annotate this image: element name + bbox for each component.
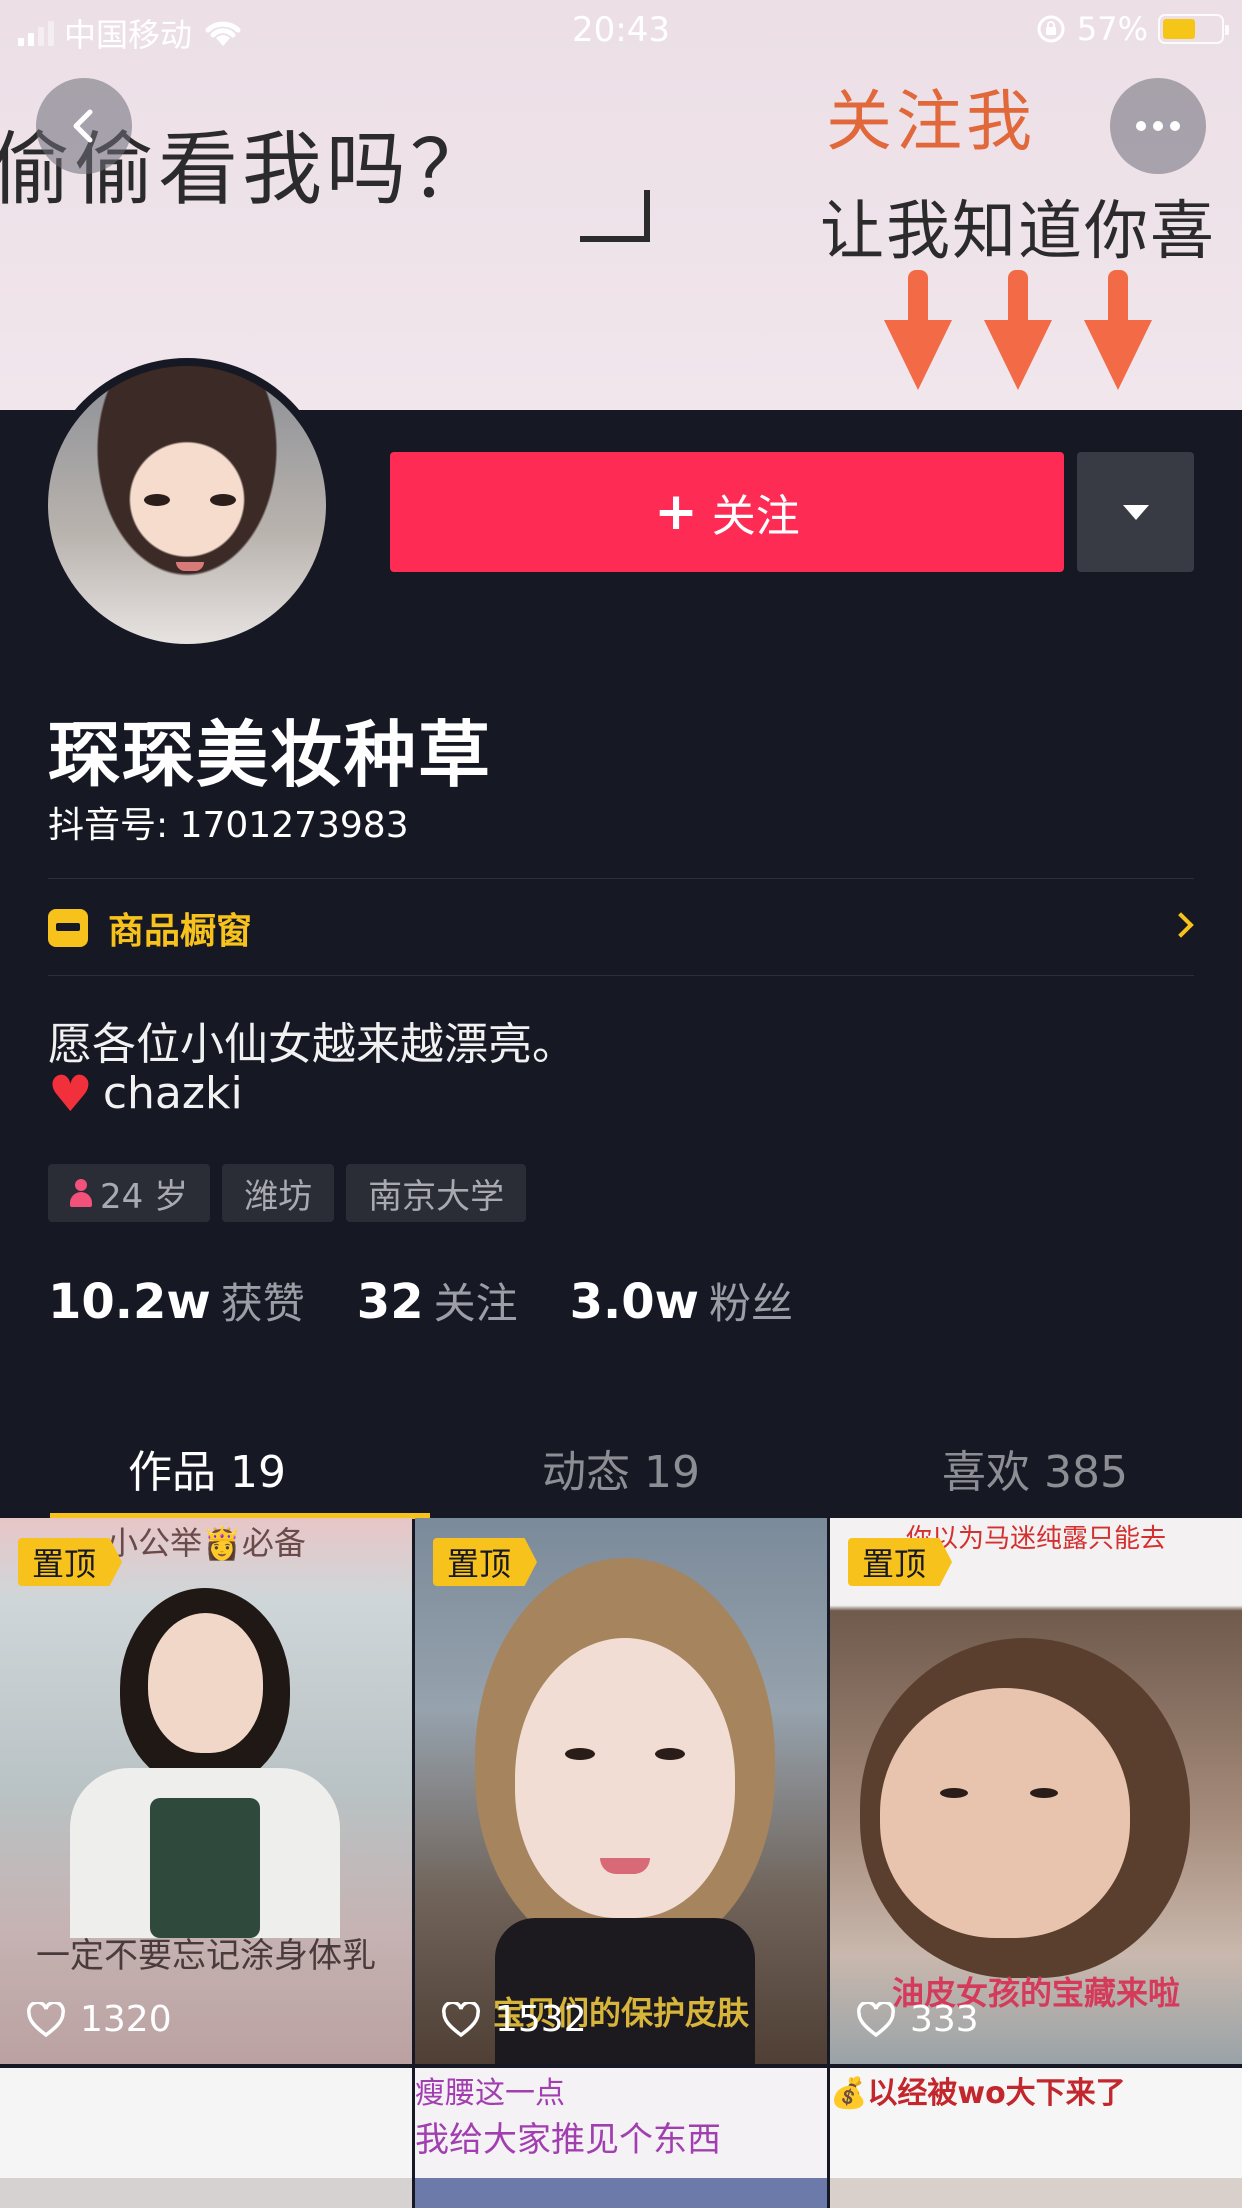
tag-age: 24 岁 <box>48 1164 211 1222</box>
video-caption-bottom: 一定不要忘记涂身体乳 <box>36 1936 376 1976</box>
arrow-down-decor <box>884 270 952 390</box>
banner-bracket <box>580 190 650 242</box>
more-options-button[interactable] <box>1110 78 1206 174</box>
video-like-count: 1532 <box>495 1999 587 2040</box>
nickname: 琛琛美妆种草 <box>48 713 493 797</box>
battery-percent: 57% <box>1076 10 1148 48</box>
video-grid: 小公举👸必备 一定不要忘记涂身体乳 置顶 1320 宝贝们的保护皮肤 置顶 15… <box>0 1518 1242 2208</box>
tab-likes[interactable]: 喜欢 385 <box>828 1416 1242 1520</box>
more-dots-icon <box>1136 121 1180 131</box>
back-button[interactable] <box>36 78 132 174</box>
follow-button[interactable]: + 关注 <box>390 452 1064 572</box>
chevron-right-icon <box>1168 912 1194 938</box>
following-count[interactable]: 32 <box>357 1274 424 1330</box>
recommend-dropdown-button[interactable] <box>1077 452 1194 572</box>
heart-outline-icon <box>26 2001 66 2038</box>
video-person-dress <box>150 1798 260 1938</box>
video-likes: 333 <box>856 1999 979 2040</box>
fans-label[interactable]: 粉丝 <box>709 1270 793 1331</box>
avatar-mouth <box>176 562 204 571</box>
likes-label: 获赞 <box>220 1279 305 1328</box>
bio-line-2: ♥ chazki <box>48 1068 243 1119</box>
orientation-lock-icon <box>1037 15 1065 43</box>
banner-text-sub: 让我知道你喜 <box>820 195 1216 269</box>
tab-moments[interactable]: 动态 19 <box>414 1416 828 1520</box>
tag-school: 南京大学 <box>346 1164 527 1222</box>
status-bar: 中国移动 20:43 57% <box>0 0 1242 60</box>
following-label[interactable]: 关注 <box>434 1270 518 1331</box>
tab-works[interactable]: 作品 19 <box>0 1416 414 1520</box>
video-thumbnail[interactable]: 小公举👸必备 一定不要忘记涂身体乳 置顶 1320 <box>0 1518 412 2064</box>
profile-stats: 10.2w 获赞 32 关注 3.0w 粉丝 <box>48 1270 845 1331</box>
video-person-eye <box>1030 1788 1058 1798</box>
profile-tags: 24 岁 潍坊 南京大学 <box>48 1164 527 1222</box>
video-thumbnail[interactable]: 你以为马迷纯露只能去 油皮女孩的宝藏来啦 置顶 333 <box>830 1518 1242 2064</box>
shop-window-label: 商品橱窗 <box>108 911 253 952</box>
fans-count[interactable]: 3.0w <box>570 1274 699 1330</box>
video-thumbnail-partial <box>0 2178 412 2208</box>
video-like-count: 333 <box>910 1999 979 2040</box>
video-person-face <box>148 1613 263 1753</box>
avatar-eye <box>210 494 236 506</box>
video-person-eye <box>940 1788 968 1798</box>
video-thumbnail[interactable]: 💰以经被wo大下来了 <box>830 2068 1242 2208</box>
pinned-badge: 置顶 <box>848 1538 953 1586</box>
avatar <box>48 366 326 644</box>
female-icon <box>70 1179 92 1207</box>
video-likes: 1320 <box>26 1999 172 2040</box>
video-thumbnail[interactable]: 宝贝们的保护皮肤 置顶 1532 <box>415 1518 827 2064</box>
shop-window-row[interactable]: 商品橱窗 <box>48 880 1194 976</box>
pinned-badge: 置顶 <box>18 1538 123 1586</box>
video-caption-top: 瘦腰这一点 <box>415 2076 565 2111</box>
divider <box>48 975 1194 976</box>
arrow-down-decor <box>1084 270 1152 390</box>
video-person-eye <box>565 1748 595 1760</box>
bio-line-1: 愿各位小仙女越来越漂亮。 <box>48 1019 576 1070</box>
banner-text-follow: 关注我 <box>826 83 1036 160</box>
avatar-eye <box>144 494 170 506</box>
douyin-id: 抖音号: 1701273983 <box>48 805 409 846</box>
tag-city: 潍坊 <box>222 1164 335 1222</box>
video-thumbnail-partial <box>415 2178 827 2208</box>
divider <box>48 878 1194 879</box>
video-like-count: 1320 <box>80 1999 172 2040</box>
chevron-left-icon <box>73 109 93 143</box>
video-caption: 💰以经被wo大下来了 <box>830 2076 1126 2111</box>
caret-down-icon <box>1122 504 1149 520</box>
shop-icon <box>48 909 88 947</box>
video-person-face <box>880 1688 1130 1938</box>
arrow-down-decor <box>984 270 1052 390</box>
heart-outline-icon <box>441 2001 481 2038</box>
battery-icon <box>1158 14 1229 44</box>
bio-line-2-text: chazki <box>102 1068 243 1119</box>
heart-outline-icon <box>856 2001 896 2038</box>
profile-tabs: 作品 19 动态 19 喜欢 385 <box>0 1416 1242 1520</box>
video-thumbnail[interactable] <box>0 2068 412 2208</box>
video-thumbnail-partial <box>830 2178 1242 2208</box>
pinned-badge: 置顶 <box>433 1538 538 1586</box>
video-likes: 1532 <box>441 1999 587 2040</box>
battery-fill <box>1163 19 1195 39</box>
video-thumbnail[interactable]: 瘦腰这一点 我给大家推见个东西 <box>415 2068 827 2208</box>
tag-age-label: 24 岁 <box>100 1176 189 1217</box>
profile-banner: 偷偷看我吗？ 关注我 让我知道你喜 <box>0 0 1242 410</box>
likes-count: 10.2w <box>48 1274 211 1330</box>
status-bar-right: 57% <box>1035 10 1229 48</box>
tag-school-label: 南京大学 <box>368 1176 505 1217</box>
avatar-frame[interactable] <box>40 358 334 652</box>
tag-city-label: 潍坊 <box>244 1176 313 1217</box>
video-person-eye <box>655 1748 685 1760</box>
plus-icon: + <box>654 482 698 542</box>
follow-label: 关注 <box>711 491 800 542</box>
video-caption: 我给大家推见个东西 <box>415 2120 721 2160</box>
video-person-face <box>515 1638 735 1918</box>
heart-icon: ♥ <box>48 1064 93 1123</box>
